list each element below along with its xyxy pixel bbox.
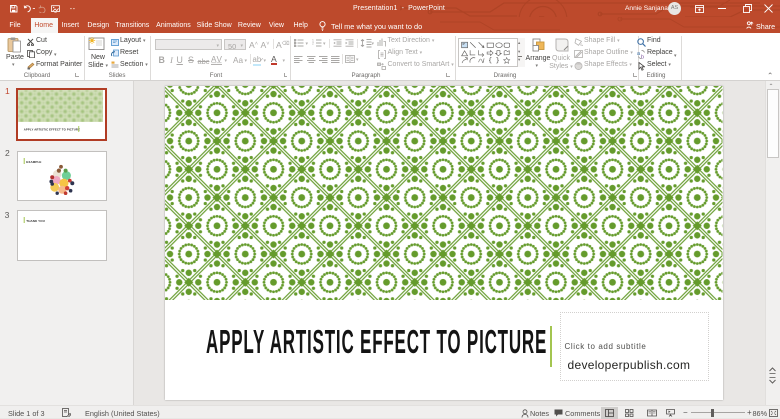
svg-text:THANK YOU: THANK YOU bbox=[26, 219, 45, 223]
svg-text:EXAMPLE: EXAMPLE bbox=[26, 159, 41, 163]
svg-text:2: 2 bbox=[312, 42, 314, 46]
svg-text:APPLY ARTISTIC EFFECT TO PICTU: APPLY ARTISTIC EFFECT TO PICTURE bbox=[23, 128, 79, 132]
